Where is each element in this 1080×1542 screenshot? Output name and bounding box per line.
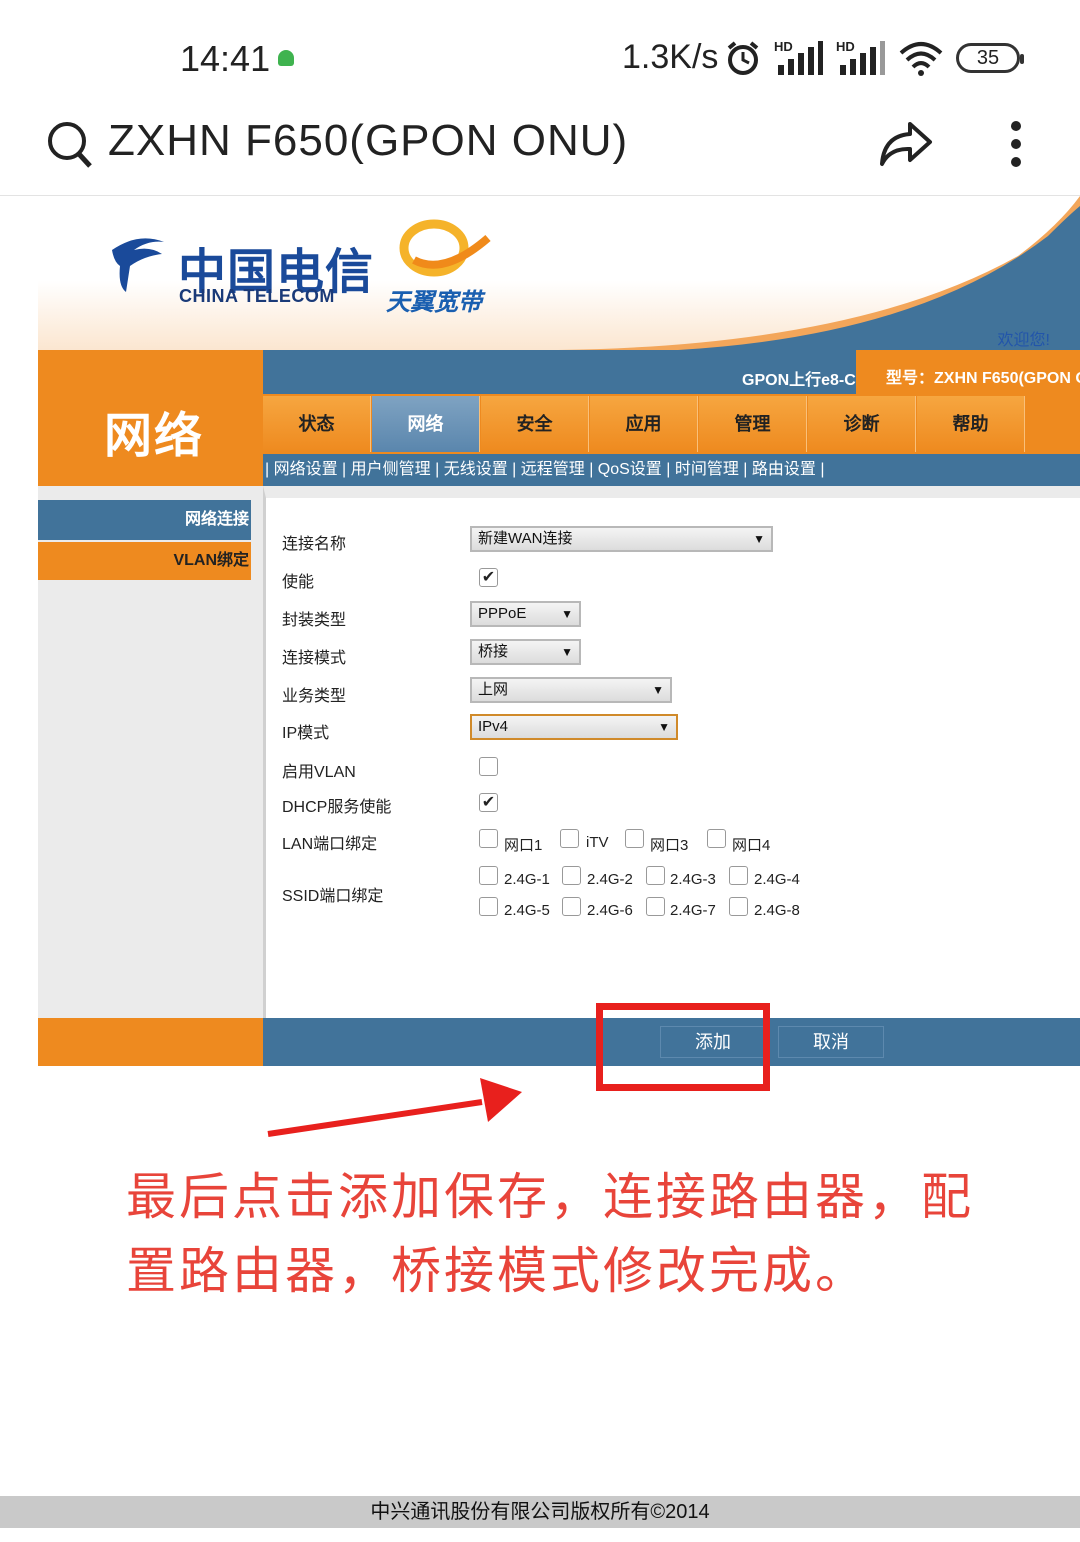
dropdown-arrow-icon: ▼ [658, 720, 670, 734]
label-vlan: 启用VLAN [282, 764, 356, 781]
status-bar: 14:41 1.3K/s HD HD 35 [0, 0, 1080, 100]
label-ssid-binding: SSID端口绑定 [282, 888, 384, 905]
android-icon [278, 50, 294, 66]
label-service-type: 业务类型 [282, 688, 347, 705]
share-icon[interactable] [878, 118, 934, 168]
ssid-label: 2.4G-5 [504, 902, 550, 919]
tab-status[interactable]: 状态 [263, 396, 371, 452]
dropdown-arrow-icon: ▼ [652, 683, 664, 697]
ssid-label: 2.4G-6 [587, 902, 633, 919]
ssid-label: 2.4G-1 [504, 871, 550, 888]
net-speed: 1.3K/s [622, 38, 719, 76]
lan-port-checkbox[interactable] [479, 829, 498, 848]
lan-port-label: 网口3 [650, 837, 689, 854]
ssid-checkbox[interactable] [729, 866, 748, 885]
connection-name-select[interactable]: 新建WAN连接 ▼ [470, 526, 773, 552]
sidebar-item-network-connection[interactable]: 网络连接 [38, 500, 251, 540]
welcome-text: 欢迎您! [997, 332, 1050, 349]
tab-network[interactable]: 网络 [372, 396, 480, 452]
ssid-label: 2.4G-3 [670, 871, 716, 888]
enable-checkbox[interactable]: ✔ [479, 568, 498, 587]
ip-mode-value: IPv4 [478, 718, 509, 735]
encapsulation-select[interactable]: PPPoE ▼ [470, 601, 581, 627]
form-panel [263, 486, 1080, 1018]
ssid-label: 2.4G-2 [587, 871, 633, 888]
tab-management[interactable]: 管理 [699, 396, 807, 452]
lan-port-label: iTV [586, 834, 609, 851]
status-icons: HD HD 35 [724, 36, 1024, 80]
service-type-select[interactable]: 上网 ▼ [470, 677, 672, 703]
brand-en: CHINA TELECOM [179, 286, 335, 306]
alarm-icon [727, 41, 759, 75]
ssid-checkbox[interactable] [646, 866, 665, 885]
label-ip-mode: IP模式 [282, 725, 330, 742]
tab-help[interactable]: 帮助 [917, 396, 1025, 452]
sub-nav[interactable]: | 网络设置 | 用户侧管理 | 无线设置 | 远程管理 | QoS设置 | 时… [263, 454, 1080, 486]
status-time: 14:41 [180, 38, 271, 79]
hd-signal-icon: HD [836, 39, 885, 75]
dropdown-arrow-icon: ▼ [561, 645, 573, 659]
svg-text:HD: HD [774, 39, 793, 54]
highlight-box [596, 1003, 770, 1091]
cancel-button[interactable]: 取消 [778, 1026, 884, 1058]
header-banner: 中国电信 CHINA TELECOM 天翼宽带 欢迎您! [38, 196, 1080, 350]
lan-port-checkbox[interactable] [625, 829, 644, 848]
ssid-label: 2.4G-7 [670, 902, 716, 919]
china-telecom-logo-icon [112, 238, 164, 292]
lan-port-label: 网口1 [504, 837, 543, 854]
ssid-checkbox[interactable] [479, 866, 498, 885]
browser-bar: ZXHN F650(GPON ONU) [0, 100, 1080, 196]
ssid-checkbox[interactable] [562, 897, 581, 916]
ssid-label: 2.4G-4 [754, 871, 800, 888]
dhcp-checkbox[interactable]: ✔ [479, 793, 498, 812]
arrow-icon [267, 1078, 522, 1137]
label-encapsulation: 封装类型 [282, 612, 347, 629]
tab-application[interactable]: 应用 [590, 396, 698, 452]
lan-port-checkbox[interactable] [707, 829, 726, 848]
tab-security[interactable]: 安全 [481, 396, 589, 452]
lan-port-label: 网口4 [732, 837, 771, 854]
annotation-text: 最后点击添加保存，连接路由器，配置路由器，桥接模式修改完成。 [126, 1168, 974, 1300]
ssid-label: 2.4G-8 [754, 902, 800, 919]
model-type: 型号：ZXHN F650(GPON O [886, 370, 1080, 387]
tianyi-logo-icon [399, 219, 491, 277]
hd-signal-icon: HD [774, 39, 823, 75]
label-enable: 使能 [282, 574, 315, 591]
more-icon[interactable] [1000, 118, 1032, 174]
ssid-checkbox[interactable] [646, 897, 665, 916]
page-title[interactable]: ZXHN F650(GPON ONU) [108, 116, 628, 166]
dropdown-arrow-icon: ▼ [561, 607, 573, 621]
label-connection-mode: 连接模式 [282, 650, 347, 667]
lan-port-checkbox[interactable] [560, 829, 579, 848]
ssid-checkbox[interactable] [562, 866, 581, 885]
tab-diagnosis[interactable]: 诊断 [808, 396, 916, 452]
search-icon[interactable] [46, 120, 94, 170]
section-title: 网络 [104, 410, 205, 463]
wifi-icon [899, 42, 943, 76]
ip-mode-select[interactable]: IPv4 ▼ [470, 714, 678, 740]
service-type-value: 上网 [478, 681, 509, 698]
connection-name-value: 新建WAN连接 [478, 530, 573, 547]
label-dhcp: DHCP服务使能 [282, 799, 392, 816]
connection-mode-select[interactable]: 桥接 ▼ [470, 639, 581, 665]
label-lan-binding: LAN端口绑定 [282, 836, 378, 853]
battery-icon: 35 [956, 43, 1024, 73]
svg-text:HD: HD [836, 39, 855, 54]
label-connection-name: 连接名称 [282, 536, 347, 553]
router-page: 中国电信 CHINA TELECOM 天翼宽带 欢迎您! 网络 GPON上行e8… [38, 196, 1080, 1068]
ssid-checkbox[interactable] [479, 897, 498, 916]
footer-bar-left [38, 1018, 263, 1066]
sub-brand: 天翼宽带 [386, 289, 482, 316]
ssid-checkbox[interactable] [729, 897, 748, 916]
gpon-info: GPON上行e8-C [742, 372, 856, 389]
sidebar-item-vlan-binding[interactable]: VLAN绑定 [38, 542, 251, 580]
connection-mode-value: 桥接 [478, 643, 509, 660]
encapsulation-value: PPPoE [478, 605, 527, 622]
dropdown-arrow-icon: ▼ [753, 532, 765, 546]
vlan-checkbox[interactable] [479, 757, 498, 776]
copyright-footer: 中兴通讯股份有限公司版权所有©2014 [0, 1496, 1080, 1528]
